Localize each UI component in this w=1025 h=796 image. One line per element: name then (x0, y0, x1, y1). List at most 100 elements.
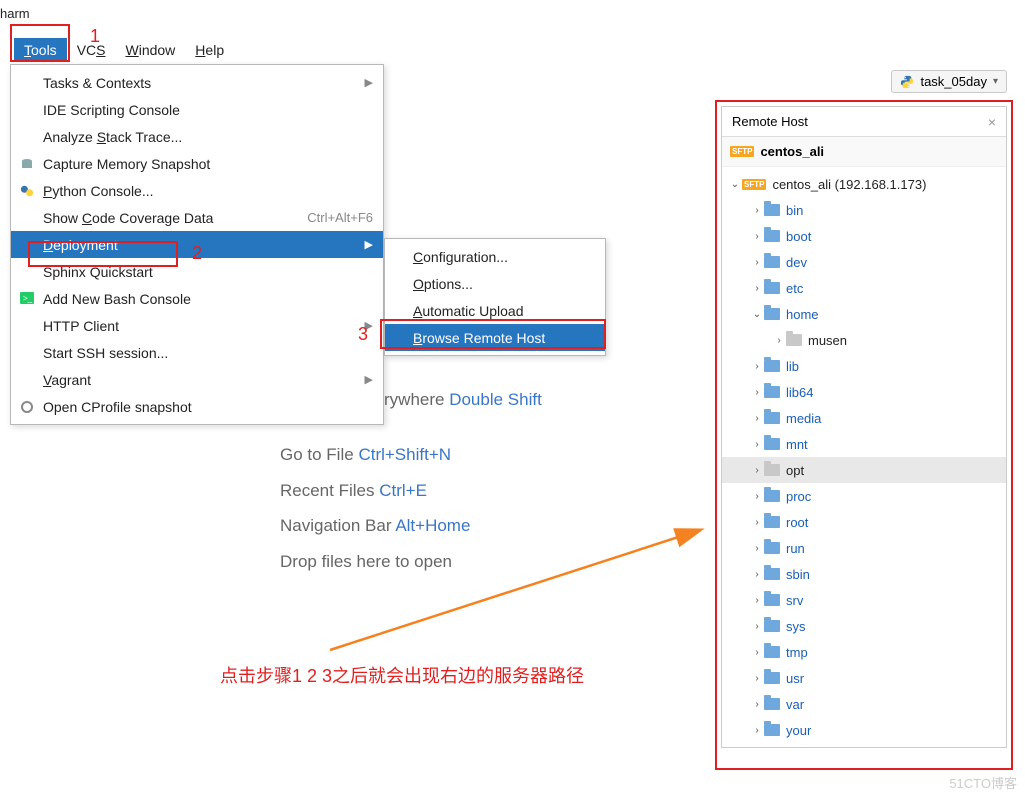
twisty-closed-icon[interactable]: › (750, 517, 764, 528)
blank-icon (17, 210, 37, 226)
tree-node-label: var (786, 697, 804, 712)
tree-node-mnt[interactable]: › mnt (722, 431, 1006, 457)
twisty-closed-icon[interactable]: › (750, 387, 764, 398)
watermark: 51CTO博客 (949, 773, 1017, 792)
close-icon[interactable]: × (988, 114, 996, 130)
tree-node-dev[interactable]: › dev (722, 249, 1006, 275)
submenu-item-options-[interactable]: Options... (385, 270, 605, 297)
twisty-closed-icon[interactable]: › (750, 647, 764, 658)
folder-icon (764, 568, 780, 580)
twisty-closed-icon[interactable]: › (750, 205, 764, 216)
twisty-closed-icon[interactable]: › (750, 595, 764, 606)
menu-item-ide-scripting-console[interactable]: IDE Scripting Console (11, 96, 383, 123)
twisty-closed-icon[interactable]: › (750, 257, 764, 268)
svg-text:>_: >_ (23, 294, 33, 303)
folder-icon (764, 464, 780, 476)
menu-item-analyze-stack-trace-[interactable]: Analyze Stack Trace... (11, 123, 383, 150)
tree-node-label: opt (786, 463, 804, 478)
menu-item-capture-memory-snapshot[interactable]: Capture Memory Snapshot (11, 150, 383, 177)
twisty-closed-icon[interactable]: › (750, 569, 764, 580)
twisty-open-icon[interactable]: ⌄ (728, 179, 742, 190)
menu-tools[interactable]: Tools (14, 38, 67, 62)
tree-root[interactable]: ⌄ SFTP centos_ali (192.168.1.173) (722, 171, 1006, 197)
folder-icon (764, 230, 780, 242)
tree-node-proc[interactable]: ›proc (722, 483, 1006, 509)
main-menubar: Tools VCS Window Help (0, 36, 1025, 64)
folder-icon (764, 438, 780, 450)
tree-node-run[interactable]: › run (722, 535, 1006, 561)
tree-node-sbin[interactable]: ›sbin (722, 561, 1006, 587)
tree-node-label: srv (786, 593, 803, 608)
twisty-closed-icon[interactable]: › (750, 439, 764, 450)
twisty-closed-icon[interactable]: › (750, 413, 764, 424)
tree-node-media[interactable]: › media (722, 405, 1006, 431)
twisty-closed-icon[interactable]: › (750, 621, 764, 632)
tree-node-musen[interactable]: › musen (722, 327, 1006, 353)
twisty-open-icon[interactable]: ⌄ (750, 309, 764, 320)
twisty-closed-icon[interactable]: › (750, 673, 764, 684)
menu-window[interactable]: Window (115, 38, 185, 62)
tree-node-usr[interactable]: ›usr (722, 665, 1006, 691)
tree-node-label: boot (786, 229, 811, 244)
menu-item-http-client[interactable]: HTTP Client▶ (11, 312, 383, 339)
tree-node-opt[interactable]: › opt (722, 457, 1006, 483)
menu-item-start-ssh-session-[interactable]: Start SSH session... (11, 339, 383, 366)
menu-shortcut: Ctrl+Alt+F6 (307, 210, 373, 225)
tree-node-lib64[interactable]: › lib64 (722, 379, 1006, 405)
tree-node-label: your (786, 723, 811, 738)
run-config-selector[interactable]: task_05day ▾ (891, 70, 1007, 93)
tree-node-home[interactable]: ⌄home (722, 301, 1006, 327)
twisty-closed-icon[interactable]: › (750, 699, 764, 710)
tree-node-label: lib64 (786, 385, 813, 400)
twisty-closed-icon[interactable]: › (772, 335, 786, 346)
tree-node-label: run (786, 541, 805, 556)
twisty-closed-icon[interactable]: › (750, 361, 764, 372)
remote-host-tab[interactable]: Remote Host × (722, 107, 1006, 137)
tree-node-var[interactable]: › var (722, 691, 1006, 717)
tree-node-sys[interactable]: ›sys (722, 613, 1006, 639)
menu-item-python-console-[interactable]: Python Console... (11, 177, 383, 204)
submenu-item-automatic-upload[interactable]: Automatic Upload (385, 297, 605, 324)
menu-item-vagrant[interactable]: Vagrant▶ (11, 366, 383, 393)
menu-item-show-code-coverage-data[interactable]: Show Code Coverage DataCtrl+Alt+F6 (11, 204, 383, 231)
menu-item-open-cprofile-snapshot[interactable]: Open CProfile snapshot (11, 393, 383, 420)
folder-icon (764, 412, 780, 424)
folder-icon (764, 672, 780, 684)
term-icon: >_ (17, 291, 37, 307)
twisty-closed-icon[interactable]: › (750, 231, 764, 242)
tree-node-label: musen (808, 333, 847, 348)
twisty-closed-icon[interactable]: › (750, 543, 764, 554)
menu-item-label: Show Code Coverage Data (43, 210, 307, 226)
menu-help[interactable]: Help (185, 38, 234, 62)
remote-tree: ⌄ SFTP centos_ali (192.168.1.173) ›bin›b… (722, 167, 1006, 747)
folder-icon (764, 490, 780, 502)
menu-item-label: Open CProfile snapshot (43, 399, 373, 415)
twisty-closed-icon[interactable]: › (750, 725, 764, 736)
tree-node-label: media (786, 411, 821, 426)
tree-node-srv[interactable]: › srv (722, 587, 1006, 613)
twisty-closed-icon[interactable]: › (750, 283, 764, 294)
menu-item-tasks-contexts[interactable]: Tasks & Contexts▶ (11, 69, 383, 96)
submenu-item-configuration-[interactable]: Configuration... (385, 243, 605, 270)
menu-item-label: Tasks & Contexts (43, 75, 357, 91)
menu-item-label: IDE Scripting Console (43, 102, 373, 118)
tree-node-tmp[interactable]: ›tmp (722, 639, 1006, 665)
menu-item-add-new-bash-console[interactable]: >_Add New Bash Console (11, 285, 383, 312)
tree-node-lib[interactable]: ›lib (722, 353, 1006, 379)
tree-node-bin[interactable]: ›bin (722, 197, 1006, 223)
tree-node-label: mnt (786, 437, 808, 452)
tree-node-root[interactable]: ›root (722, 509, 1006, 535)
folder-icon (764, 646, 780, 658)
menu-item-label: Capture Memory Snapshot (43, 156, 373, 172)
twisty-closed-icon[interactable]: › (750, 465, 764, 476)
twisty-closed-icon[interactable]: › (750, 491, 764, 502)
submenu-item-browse-remote-host[interactable]: Browse Remote Host (385, 324, 605, 351)
tree-node-etc[interactable]: ›etc (722, 275, 1006, 301)
folder-icon (764, 308, 780, 320)
tree-node-your[interactable]: › your (722, 717, 1006, 743)
tree-node-label: dev (786, 255, 807, 270)
remote-server-header[interactable]: SFTP centos_ali (722, 137, 1006, 167)
submenu-arrow-icon: ▶ (365, 238, 373, 251)
tree-node-boot[interactable]: › boot (722, 223, 1006, 249)
folder-icon (764, 256, 780, 268)
